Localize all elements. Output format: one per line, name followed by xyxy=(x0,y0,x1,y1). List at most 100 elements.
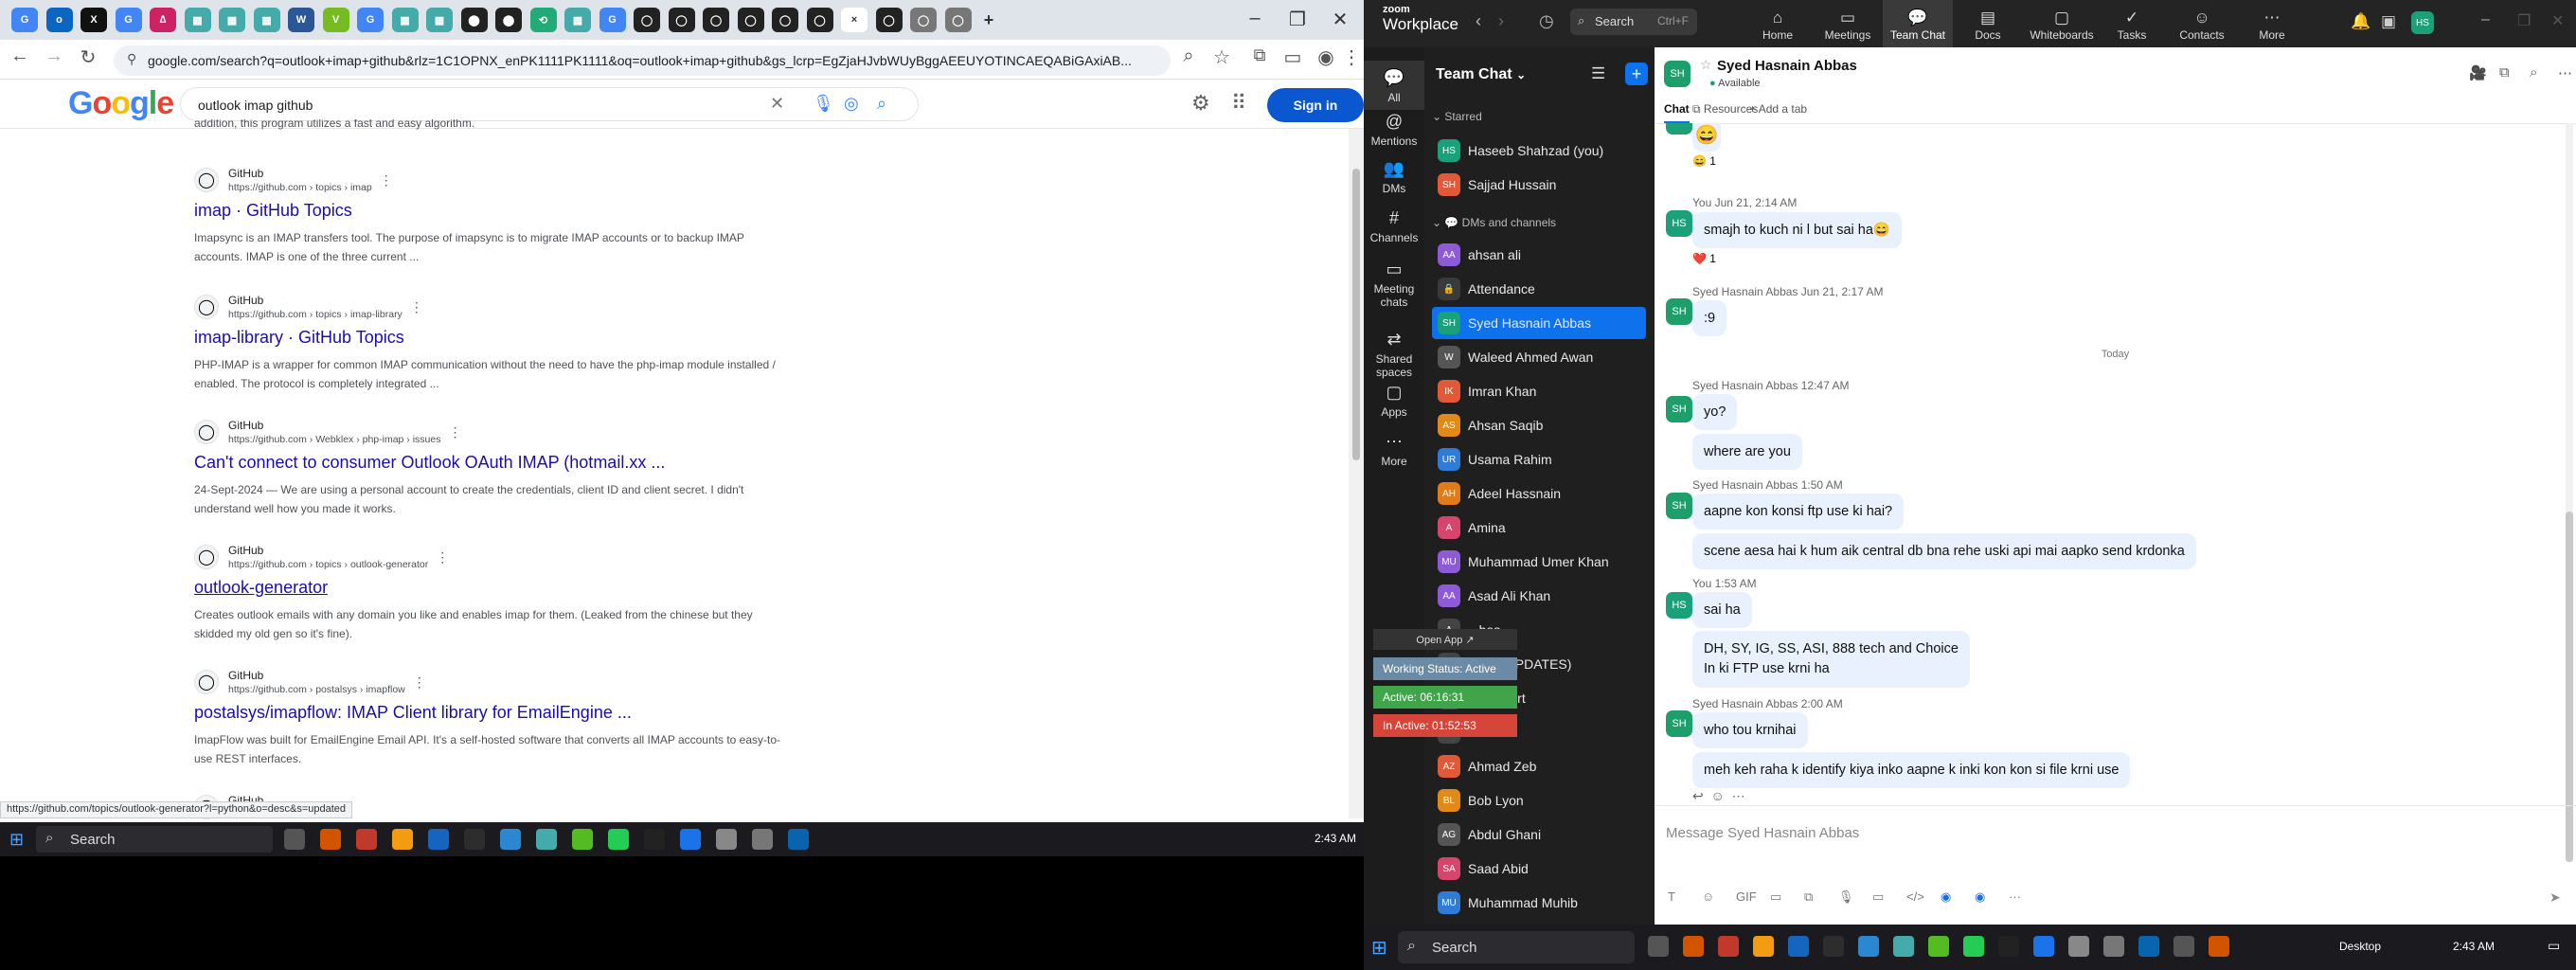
contact-item[interactable]: AS Ahsan Saqib xyxy=(1432,409,1646,441)
windows-start-icon[interactable]: ⊞ xyxy=(9,830,24,850)
taskbar-app-icon[interactable] xyxy=(608,829,629,850)
forward-icon[interactable]: → xyxy=(40,45,68,67)
contact-item[interactable]: AG Abdul Ghani xyxy=(1432,818,1646,851)
composer-tool-icon[interactable]: ▭ xyxy=(1770,889,1781,905)
zoom-lens-icon[interactable]: ⌕ xyxy=(1174,45,1203,67)
message-actions[interactable]: ↩ ☺ ⋯ xyxy=(1692,788,1745,804)
reaction-heart[interactable]: ❤️ 1 xyxy=(1692,252,1716,265)
contact-item[interactable]: AA Asad Ali Khan xyxy=(1432,580,1646,612)
emoji-message[interactable]: 😄 xyxy=(1692,123,1721,152)
composer-tool-icon[interactable]: T xyxy=(1668,889,1675,904)
browser-tab[interactable]: ▦ xyxy=(426,8,453,32)
taskbar-app-icon[interactable] xyxy=(1823,936,1844,957)
more-actions-icon[interactable]: ⋯ xyxy=(1732,788,1745,803)
taskbar-app-icon[interactable] xyxy=(788,829,809,850)
contact-item[interactable]: HS Haseeb Shahzad (you) xyxy=(1432,135,1646,167)
result-menu-icon[interactable]: ⋮ xyxy=(380,172,393,189)
reaction-smile[interactable]: 😄 1 xyxy=(1692,154,1716,168)
rail-dms[interactable]: 👥 DMs xyxy=(1364,157,1424,195)
maximize-zoom-icon[interactable]: ❐ xyxy=(2517,11,2531,30)
notification-center-icon[interactable]: ▭ xyxy=(2548,938,2560,954)
taskbar-app-icon[interactable] xyxy=(2103,936,2124,957)
browser-tab[interactable]: ⬤ xyxy=(460,8,488,32)
composer-tool-icon[interactable]: ··· xyxy=(2009,889,2021,904)
omnibox[interactable]: ⚲ google.com/search?q=outlook+imap+githu… xyxy=(114,45,1171,76)
search-input[interactable]: outlook imap github xyxy=(198,98,313,113)
taskbar-app-icon[interactable] xyxy=(1858,936,1879,957)
scrollbar[interactable] xyxy=(1349,129,1364,818)
composer-tool-icon[interactable]: ☺ xyxy=(1702,889,1714,904)
result-menu-icon[interactable]: ⋮ xyxy=(410,299,423,315)
apps-grid-icon[interactable]: ⠿ xyxy=(1231,91,1246,116)
taskbar-app-icon[interactable] xyxy=(392,829,413,850)
site-info-icon[interactable]: ⚲ xyxy=(127,51,136,67)
message-bubble[interactable]: :9 xyxy=(1692,300,1727,336)
desktop-label[interactable]: Desktop xyxy=(2339,940,2381,953)
taskbar-app-icon[interactable] xyxy=(680,829,701,850)
contact-item[interactable]: AH Adeel Hassnain xyxy=(1432,477,1646,510)
taskbar-app-icon[interactable] xyxy=(2209,936,2229,957)
taskbar-app-icon[interactable] xyxy=(2174,936,2194,957)
taskbar-search[interactable]: ⌕ Search xyxy=(36,826,273,853)
taskbar-app-icon[interactable] xyxy=(284,829,305,850)
composer-tool-icon[interactable]: ⧉ xyxy=(1804,889,1813,905)
zoom-search[interactable]: ⌕ Search Ctrl+F xyxy=(1570,9,1697,35)
contact-item[interactable]: W Waleed Ahmed Awan xyxy=(1432,341,1646,373)
forward-arrow-icon[interactable]: › xyxy=(1498,11,1504,31)
rail-mentions[interactable]: @ Mentions xyxy=(1364,110,1424,148)
browser-tab[interactable]: V xyxy=(322,8,349,32)
taskbar-app-icon[interactable] xyxy=(1648,936,1669,957)
emoji-react-icon[interactable]: ☺ xyxy=(1711,788,1725,803)
result-site[interactable]: ◯ GitHub https://github.com › topics › ima… xyxy=(194,294,781,320)
taskbar-search[interactable]: ⌕ Search xyxy=(1398,931,1635,963)
minimize-zoom-icon[interactable]: – xyxy=(2481,11,2490,28)
message-bubble[interactable]: yo? xyxy=(1692,394,1738,430)
extensions-icon[interactable]: ⧉ xyxy=(1245,45,1274,65)
result-title[interactable]: imap-library · GitHub Topics xyxy=(194,328,781,348)
taskbar-app-icon[interactable] xyxy=(1753,936,1774,957)
contact-item[interactable]: 🔒 Attendance xyxy=(1432,273,1646,305)
browser-tab[interactable]: ▦ xyxy=(253,8,280,32)
send-icon[interactable]: ➤ xyxy=(2549,889,2561,906)
contact-item[interactable]: BL Bob Lyon xyxy=(1432,784,1646,817)
composer-tool-icon[interactable]: ◉ xyxy=(1975,889,1985,905)
taskbar-app-icon[interactable] xyxy=(752,829,773,850)
rail-all[interactable]: 💬 All xyxy=(1364,61,1424,110)
taskbar-app-icon[interactable] xyxy=(1893,936,1914,957)
chevron-down-icon[interactable]: ⌄ xyxy=(1516,68,1526,81)
browser-tab[interactable]: ◯ xyxy=(737,8,764,32)
result-site[interactable]: ◯ GitHub https://github.com › Webklex › ph… xyxy=(194,419,781,445)
browser-tab[interactable]: ▦ xyxy=(564,8,591,32)
taskbar-app-icon[interactable] xyxy=(2033,936,2054,957)
message-input[interactable]: Message Syed Hasnain Abbas xyxy=(1666,825,1859,841)
contact-item[interactable]: SA Saad Abid xyxy=(1432,853,1646,885)
browser-tab[interactable]: G xyxy=(599,8,626,32)
open-app-button[interactable]: Open App ↗ xyxy=(1373,629,1517,650)
video-call-icon[interactable]: 🎥 xyxy=(2469,64,2487,81)
profile-icon[interactable]: ◉ xyxy=(1312,45,1340,69)
back-arrow-icon[interactable]: ‹ xyxy=(1476,11,1481,31)
sidepanel-icon[interactable]: ▭ xyxy=(1279,45,1307,69)
close-zoom-icon[interactable]: ✕ xyxy=(2551,11,2564,30)
message-bubble[interactable]: aapne kon konsi ftp use ki hai? xyxy=(1692,494,1905,530)
taskbar-app-icon[interactable] xyxy=(1963,936,1984,957)
browser-tab[interactable]: ⟲ xyxy=(529,8,557,32)
contact-item[interactable]: A Amina xyxy=(1432,512,1646,544)
browser-tab[interactable]: ◯ xyxy=(668,8,695,32)
tab-resources[interactable]: ⧉ Resources xyxy=(1692,102,1758,117)
search-box[interactable]: outlook imap github ✕ 🎙 ◎ ⌕ xyxy=(180,87,919,121)
browser-tab[interactable]: W xyxy=(288,8,314,32)
tab-home[interactable]: ⌂ Home xyxy=(1743,0,1813,47)
taskbar-app-icon[interactable] xyxy=(2138,936,2159,957)
taskbar-app-icon[interactable] xyxy=(536,829,557,850)
taskbar-app-icon[interactable] xyxy=(1683,936,1704,957)
mic-icon[interactable]: 🎙 xyxy=(813,94,834,114)
taskbar-app-icon[interactable] xyxy=(716,829,737,850)
windows-start-icon[interactable]: ⊞ xyxy=(1371,936,1387,960)
result-site[interactable]: ◯ GitHub https://github.com › postalsys › … xyxy=(194,669,781,695)
close-window-icon[interactable]: ✕ xyxy=(1321,8,1359,31)
browser-tab[interactable]: ▦ xyxy=(184,8,211,32)
reload-icon[interactable]: ↻ xyxy=(74,45,102,69)
bell-icon[interactable]: 🔔 xyxy=(2351,12,2370,31)
composer-tool-icon[interactable]: ▭ xyxy=(1872,889,1884,905)
